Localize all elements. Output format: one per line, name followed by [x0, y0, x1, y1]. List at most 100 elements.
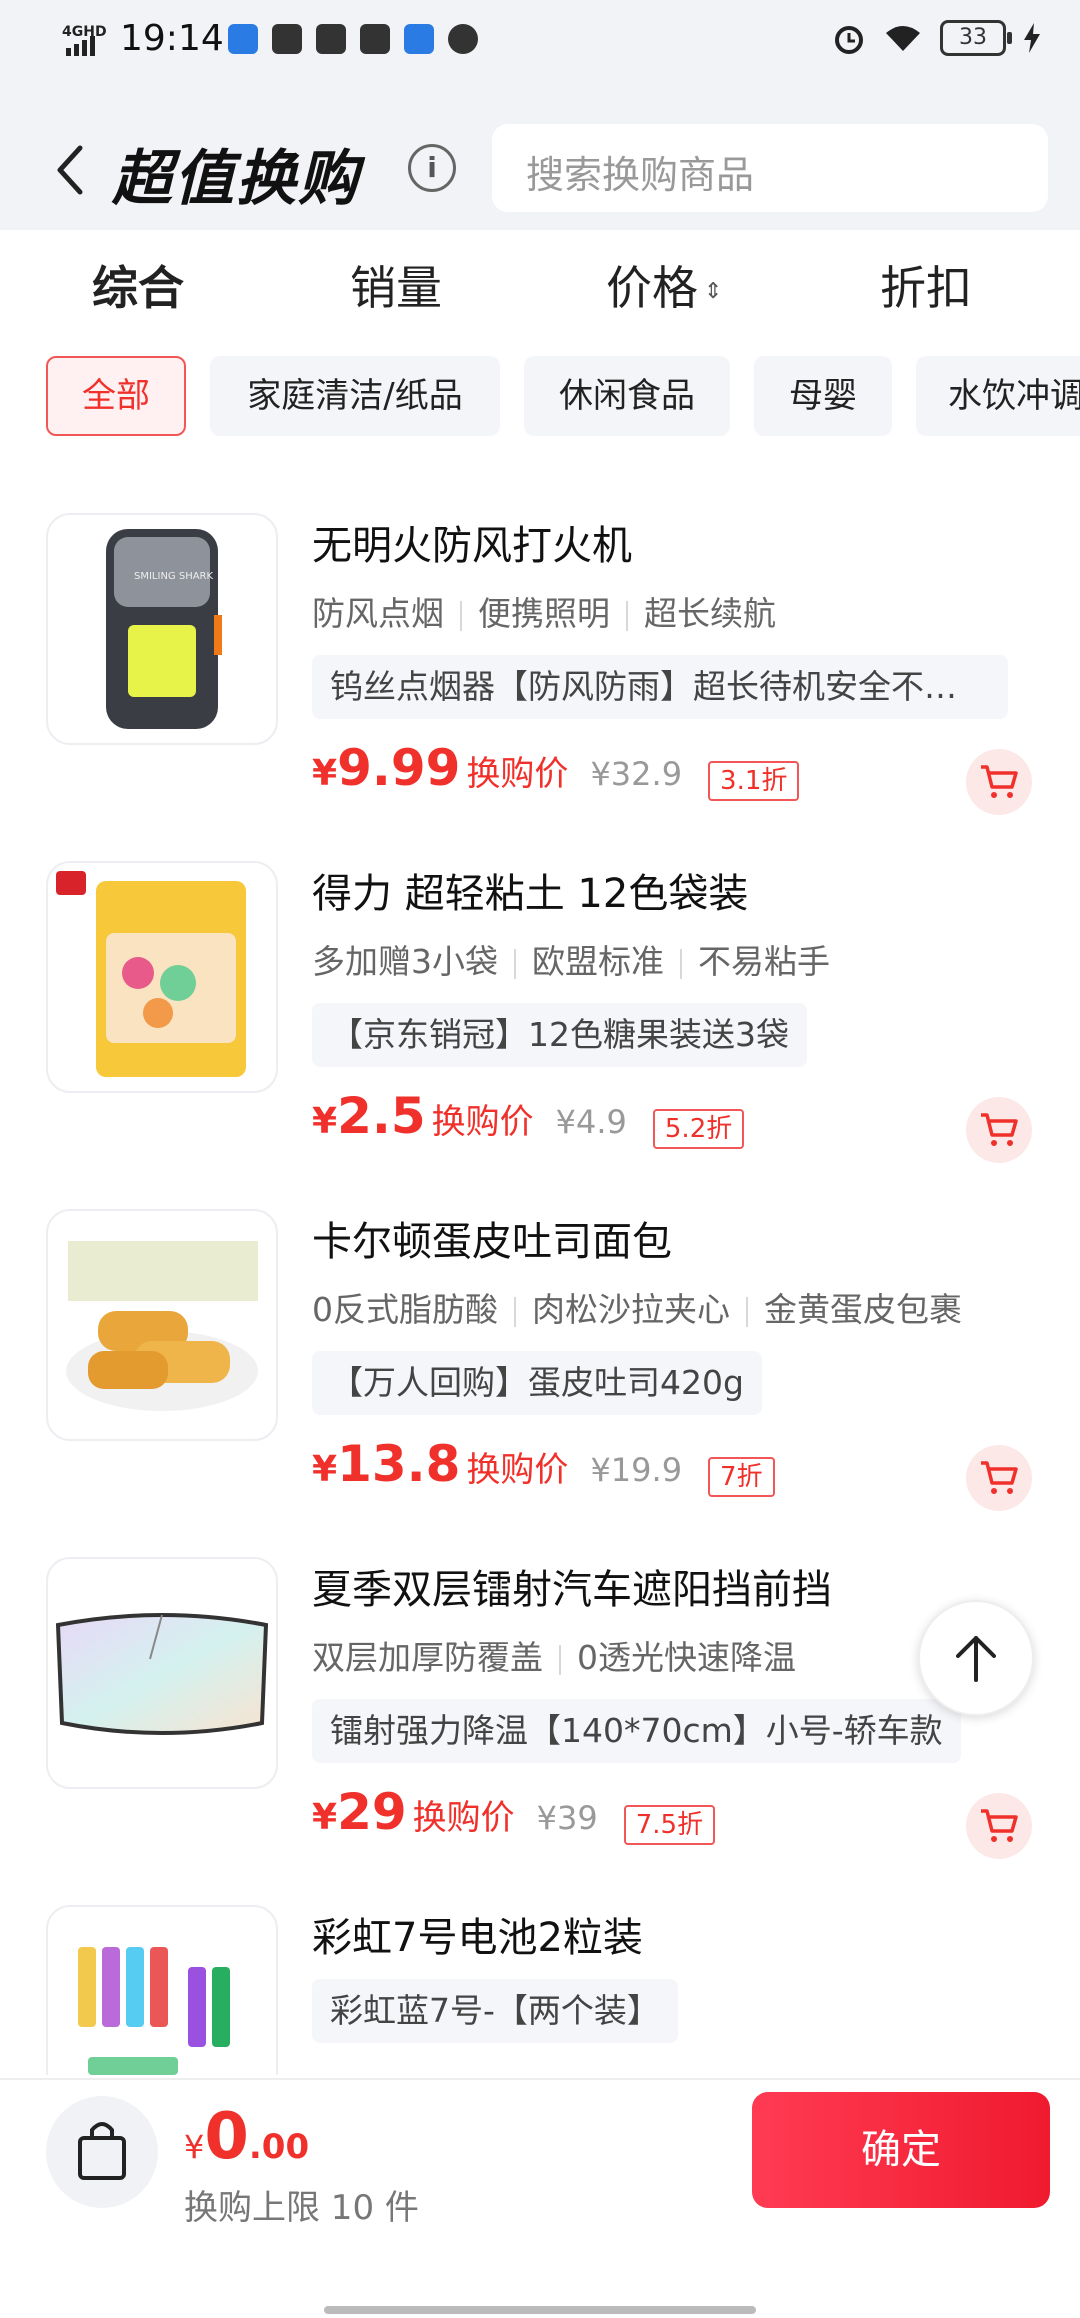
tag-divider — [514, 1296, 516, 1327]
product-desc: 镭射强力降温【140*70cm】小号-轿车款 — [312, 1699, 961, 1763]
discount-badge: 7折 — [708, 1456, 775, 1497]
svg-text:4GHD: 4GHD — [62, 24, 107, 40]
discount-badge: 7.5折 — [623, 1804, 716, 1845]
product-item[interactable]: 夏季双层镭射汽车遮阳挡前挡 双层加厚防覆盖 0透光快速降温 镭射强力降温【140*… — [0, 1499, 1080, 1859]
category-chip-snacks[interactable]: 休闲食品 — [524, 356, 730, 436]
product-tag: 不易粘手 — [698, 942, 830, 981]
product-name: 彩虹7号电池2粒装 — [312, 1915, 643, 1961]
signal-icon: 4GHD — [62, 24, 107, 56]
search-input[interactable]: 搜索换购商品 — [492, 124, 1048, 212]
cart-icon — [981, 765, 1018, 798]
product-tag: 0透光快速降温 — [577, 1638, 796, 1677]
product-item[interactable]: 卡尔顿蛋皮吐司面包 0反式脂肪酸 肉松沙拉夹心 金黄蛋皮包裹 【万人回购】蛋皮吐司4… — [0, 1151, 1080, 1511]
charging-icon — [1024, 23, 1040, 53]
product-price: ¥29 换购价 ¥39 7.5折 — [312, 1783, 716, 1845]
sort-tab-sales[interactable]: 销量 — [350, 252, 442, 318]
product-price: ¥13.8 换购价 ¥19.9 7折 — [312, 1435, 775, 1497]
back-to-top-button[interactable] — [918, 1600, 1034, 1716]
product-image-lighter: SMILING SHARK — [46, 513, 278, 745]
product-tag: 双层加厚防覆盖 — [312, 1638, 543, 1677]
app-notification-icon — [316, 24, 346, 54]
product-tags: 多加赠3小袋 欧盟标准 不易粘手 — [312, 935, 830, 983]
info-icon[interactable]: i — [408, 144, 456, 192]
price-value: 29 — [337, 1783, 407, 1841]
shopping-bag-button[interactable] — [46, 2096, 158, 2208]
product-image-bread — [46, 1209, 278, 1441]
tag-divider — [746, 1296, 748, 1327]
arrow-up-icon — [956, 1636, 996, 1682]
book-icon — [272, 24, 302, 54]
tag-divider — [460, 600, 462, 631]
app-notification-icon — [404, 24, 434, 54]
status-time: 19:14 — [120, 18, 224, 59]
product-item[interactable]: 彩虹7号电池2粒装 彩虹蓝7号-【两个装】 — [0, 1847, 1080, 2075]
sort-tabs: 综合 销量 价格 ⇕ 折扣 — [0, 230, 1080, 350]
product-desc: 【万人回购】蛋皮吐司420g — [312, 1351, 762, 1415]
product-tag: 0反式脂肪酸 — [312, 1290, 498, 1329]
chat-icon — [448, 24, 478, 54]
product-item[interactable]: 得力 超轻粘土 12色袋装 多加赠3小袋 欧盟标准 不易粘手 【京东销冠】12色糖果… — [0, 803, 1080, 1163]
sort-arrows-icon: ⇕ — [704, 279, 723, 304]
product-name: 卡尔顿蛋皮吐司面包 — [312, 1219, 672, 1265]
total-price: ¥0.00 — [184, 2100, 309, 2174]
status-right: 33 — [832, 20, 1040, 56]
status-bar: 4GHD 19:14 33 — [0, 0, 1080, 80]
product-list: SMILING SHARK 无明火防风打火机 防风点烟 便携照明 超长续航 钨丝点烟… — [0, 455, 1080, 2075]
category-chip-household[interactable]: 家庭清洁/纸品 — [210, 356, 500, 436]
category-chip-all[interactable]: 全部 — [46, 356, 186, 436]
original-price: ¥32.9 — [590, 755, 683, 793]
product-tag: 防风点烟 — [312, 594, 444, 633]
category-chip-drinks[interactable]: 水饮冲调 — [916, 356, 1080, 436]
price-label: 换购价 — [412, 1798, 515, 1838]
product-image-clay — [46, 861, 278, 1093]
product-tag: 欧盟标准 — [532, 942, 664, 981]
category-chip-baby[interactable]: 母婴 — [754, 356, 892, 436]
product-tags: 防风点烟 便携照明 超长续航 — [312, 587, 776, 635]
original-price: ¥19.9 — [590, 1451, 683, 1489]
price-currency: ¥ — [312, 1797, 338, 1838]
notification-icons — [228, 24, 478, 54]
sort-tab-comprehensive[interactable]: 综合 — [92, 252, 184, 318]
total-integer: 0 — [204, 2100, 249, 2174]
top-area: 4GHD 19:14 33 超值换购 i 搜索换购商品 — [0, 0, 1080, 230]
cart-icon — [981, 1113, 1018, 1146]
price-currency: ¥ — [312, 1101, 338, 1142]
play-icon — [360, 24, 390, 54]
back-icon[interactable] — [50, 142, 90, 198]
product-price: ¥9.99 换购价 ¥32.9 3.1折 — [312, 739, 800, 801]
product-price: ¥2.5 换购价 ¥4.9 5.2折 — [312, 1087, 745, 1149]
sort-tab-price[interactable]: 价格 ⇕ — [606, 252, 722, 318]
product-desc: 钨丝点烟器【防风防雨】超长待机安全不… — [312, 655, 1008, 719]
search-placeholder: 搜索换购商品 — [526, 153, 755, 197]
page-title: 超值换购 — [112, 144, 360, 214]
product-tag: 多加赠3小袋 — [312, 942, 498, 981]
wifi-icon — [886, 26, 920, 51]
price-label: 换购价 — [466, 754, 569, 794]
battery-icon: 33 — [940, 20, 1012, 56]
product-name: 无明火防风打火机 — [312, 523, 632, 569]
app-notification-icon — [228, 24, 258, 54]
product-name: 得力 超轻粘土 12色袋装 — [312, 871, 749, 917]
original-price: ¥39 — [536, 1799, 598, 1837]
shopping-bag-icon — [78, 2122, 126, 2180]
product-tag: 金黄蛋皮包裹 — [764, 1290, 962, 1329]
confirm-button[interactable]: 确定 — [752, 2092, 1050, 2208]
price-value: 13.8 — [337, 1435, 461, 1493]
price-label: 换购价 — [466, 1450, 569, 1490]
product-desc: 【京东销冠】12色糖果装送3袋 — [312, 1003, 807, 1067]
price-value: 2.5 — [337, 1087, 426, 1145]
tag-divider — [626, 600, 628, 631]
tag-divider — [514, 948, 516, 979]
product-tag: 肉松沙拉夹心 — [532, 1290, 730, 1329]
discount-badge: 5.2折 — [652, 1108, 745, 1149]
bottom-bar: ¥0.00 换购上限 10 件 确定 — [0, 2078, 1080, 2318]
discount-badge: 3.1折 — [708, 760, 800, 801]
sort-tab-discount[interactable]: 折扣 — [880, 252, 972, 318]
product-name: 夏季双层镭射汽车遮阳挡前挡 — [312, 1567, 832, 1613]
sort-tab-price-label: 价格 — [606, 261, 698, 315]
product-image-sunshade — [46, 1557, 278, 1789]
product-desc: 彩虹蓝7号-【两个装】 — [312, 1979, 678, 2043]
product-item[interactable]: SMILING SHARK 无明火防风打火机 防风点烟 便携照明 超长续航 钨丝点烟… — [0, 455, 1080, 815]
price-value: 9.99 — [337, 739, 461, 797]
home-indicator[interactable] — [324, 2306, 756, 2314]
